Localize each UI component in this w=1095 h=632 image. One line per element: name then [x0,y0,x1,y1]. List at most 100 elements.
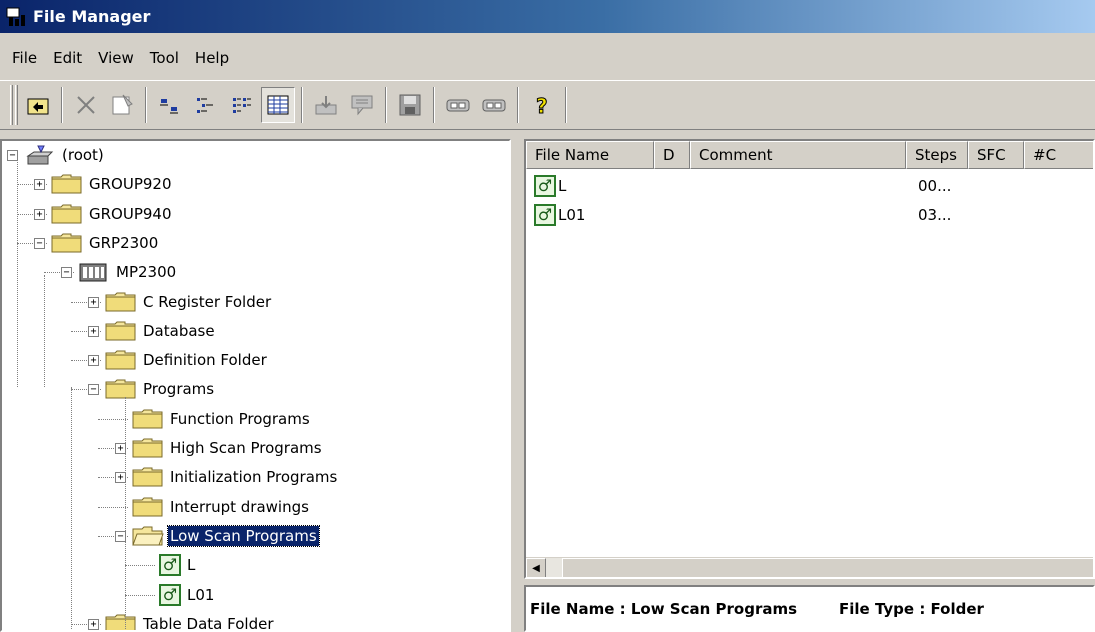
export-button[interactable] [345,87,379,123]
column-c[interactable]: #C [1024,141,1093,169]
menu-help[interactable]: Help [187,49,237,67]
up-folder-button[interactable] [21,87,55,123]
expand-button[interactable]: + [34,208,45,220]
export-icon [351,95,373,116]
tree-item[interactable]: Definition Folder [105,347,269,373]
toolbar-separator [145,87,147,123]
list-view-icon [233,98,251,113]
tree-item-label: High Scan Programs [170,439,322,457]
expand-button[interactable]: + [88,355,99,367]
tree-item[interactable]: GROUP920 [51,171,174,197]
menu-file[interactable]: File [4,49,45,67]
small-icons-view-icon [197,98,213,113]
tree-item[interactable]: ♂ L [159,552,197,578]
properties-icon [112,94,133,115]
small-icons-view-button[interactable] [189,87,223,123]
menu-edit[interactable]: Edit [45,49,90,67]
tree-item-label: Initialization Programs [170,468,338,487]
disconnect-button[interactable] [477,87,511,123]
large-icons-view-button[interactable] [153,87,187,123]
connect-button[interactable] [441,87,475,123]
column-comment[interactable]: Comment [690,141,906,169]
tree-item[interactable]: Database [105,318,217,344]
folder-icon [105,320,137,342]
tree-connector [17,153,18,387]
file-manager-app-icon [6,6,28,28]
folder-tree[interactable]: − (root) + GROUP920 + GROUP940 − GRP2300 − MP2300… [0,139,511,632]
tree-item[interactable]: MP2300 [78,259,178,285]
collapse-button[interactable]: − [88,384,99,396]
tree-connector [125,565,155,567]
status-file-name: File Name : Low Scan Programs [530,599,798,618]
tree-item[interactable]: Function Programs [132,406,312,432]
large-icons-view-icon [160,99,178,114]
tree-item-label: GRP2300 [89,233,159,252]
column-sfc[interactable]: SFC [968,141,1024,169]
folder-icon [132,466,164,488]
menu-view[interactable]: View [90,49,142,67]
horizontal-scrollbar[interactable]: ◀ [526,557,1093,577]
disconnect-icon [482,99,506,112]
import-button[interactable] [309,87,343,123]
scroll-thumb[interactable] [562,558,1093,577]
toolbar-separator [565,87,567,123]
column-steps[interactable]: Steps [906,141,968,169]
row-file-name: L [558,177,567,195]
list-header: File Name D Comment Steps SFC #C [526,141,1093,169]
list-view-button[interactable] [225,87,259,123]
collapse-button[interactable]: − [61,267,72,279]
list-row[interactable]: ♂ L01 03... [526,202,951,228]
tree-item[interactable]: C Register Folder [105,289,273,315]
details-view-button[interactable] [261,87,295,123]
root-drive-icon [24,144,56,166]
column-file-name[interactable]: File Name [526,141,654,169]
help-button[interactable]: ? [525,87,559,123]
file-list[interactable]: File Name D Comment Steps SFC #C ♂ L 00.… [524,139,1095,579]
program-icon: ♂ [159,554,181,577]
toolbar-grip-2[interactable] [15,85,18,125]
tree-item[interactable]: High Scan Programs [132,435,324,461]
title-bar[interactable]: File Manager [0,0,1095,33]
tree-item[interactable]: (root) [24,142,106,168]
expand-button[interactable]: + [88,618,99,630]
expand-button[interactable]: + [34,179,45,191]
scroll-left-button[interactable]: ◀ [526,558,546,577]
toolbar-grip[interactable] [10,85,13,125]
tree-item[interactable]: Low Scan Programs [132,523,320,549]
folder-icon [105,613,137,630]
tree-item[interactable]: Interrupt drawings [132,494,311,520]
delete-button[interactable] [69,87,103,123]
import-icon [315,96,337,115]
tree-item-label: L [187,556,196,575]
toolbar: ? [0,80,1095,130]
tree-connector [71,387,72,630]
delete-icon [77,96,95,114]
folder-icon [132,437,164,459]
tree-item[interactable]: Programs [105,376,216,402]
tree-item[interactable]: GRP2300 [51,230,160,256]
toolbar-separator [517,87,519,123]
column-d[interactable]: D [654,141,690,169]
controller-icon [78,261,110,283]
connect-icon [446,99,470,112]
folder-icon [105,349,137,371]
collapse-button[interactable]: − [34,237,45,249]
tree-item-label: Function Programs [170,409,310,428]
save-button[interactable] [393,87,427,123]
folder-icon [51,173,83,195]
tree-item[interactable]: Initialization Programs [132,464,339,490]
folder-icon [132,408,164,430]
menu-tool[interactable]: Tool [142,49,187,67]
tree-item[interactable]: GROUP940 [51,201,174,227]
expand-button[interactable]: + [88,325,99,337]
properties-button[interactable] [105,87,139,123]
tree-item[interactable]: ♂ L01 [159,582,216,608]
tree-item-label: Low Scan Programs [167,524,320,547]
list-row[interactable]: ♂ L 00... [526,173,951,199]
tree-item-label: (root) [62,146,104,164]
save-icon [399,94,421,116]
tree-item-label: Table Data Folder [143,614,274,632]
expand-button[interactable]: + [88,296,99,308]
tree-item-label: MP2300 [116,263,177,282]
tree-item[interactable]: Table Data Folder [105,611,276,632]
